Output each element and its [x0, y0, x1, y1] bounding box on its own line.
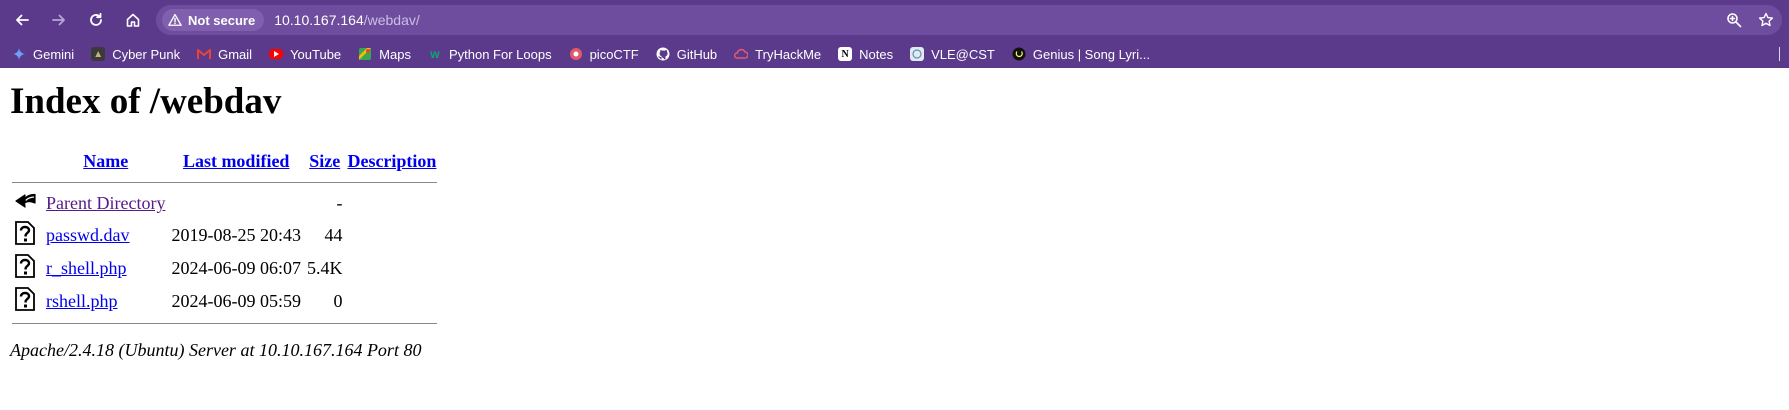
bookmark-github[interactable]: GitHub	[656, 47, 717, 62]
home-button[interactable]	[115, 2, 151, 38]
browser-chrome: Not secure 10.10.167.164/webdav/ Gemini …	[0, 0, 1789, 68]
divider	[12, 323, 438, 324]
sort-by-description-link[interactable]: Description	[347, 151, 436, 171]
vle-icon	[910, 47, 925, 61]
row-icon-cell	[12, 189, 42, 218]
warning-triangle-icon	[168, 13, 182, 26]
url-host: 10.10.167.164	[274, 12, 364, 28]
row-size: -	[336, 193, 343, 213]
notion-icon: N	[838, 47, 853, 61]
header-icon-cell	[12, 146, 42, 176]
unknown-file-icon	[15, 221, 35, 245]
table-row: rshell.php 2024-06-09 05:59 0	[12, 286, 437, 317]
forward-arrow-icon	[52, 14, 65, 26]
back-arrow-icon	[15, 193, 36, 208]
security-indicator[interactable]: Not secure	[162, 9, 265, 31]
bookmark-notes[interactable]: N Notes	[838, 47, 893, 62]
bookmark-vle-cst[interactable]: VLE@CST	[910, 47, 995, 62]
picoctf-icon	[569, 47, 583, 61]
table-row: r_shell.php 2024-06-09 06:07 5.4K	[12, 253, 437, 284]
zoom-button[interactable]	[1718, 12, 1750, 28]
bookmark-python-for-loops[interactable]: w Python For Loops	[428, 47, 551, 62]
unknown-file-icon	[15, 287, 35, 311]
page-content: Index of /webdav Name Last modified Size…	[0, 80, 1789, 361]
cyberpunk-icon: ▲	[91, 47, 106, 61]
row-modified: 2024-06-09 05:59	[171, 291, 301, 311]
gemini-icon	[12, 47, 26, 61]
divider	[12, 182, 438, 183]
gmail-icon	[197, 47, 212, 61]
row-description	[346, 286, 437, 317]
sort-by-last-modified-link[interactable]: Last modified	[183, 151, 290, 171]
github-icon	[656, 47, 670, 61]
row-name: r_shell.php	[44, 253, 167, 284]
bookmark-maps[interactable]: Maps	[358, 47, 411, 62]
header-description: Description	[346, 146, 437, 176]
file-link-rshell-php[interactable]: rshell.php	[46, 291, 118, 311]
row-modified: 2019-08-25 20:43	[171, 225, 301, 245]
sort-by-size-link[interactable]: Size	[309, 151, 340, 171]
file-link-passwd-dav[interactable]: passwd.dav	[46, 225, 130, 245]
parent-directory-link[interactable]: Parent Directory	[46, 193, 165, 213]
row-description	[346, 253, 437, 284]
reload-button[interactable]	[78, 2, 114, 38]
table-row: Parent Directory -	[12, 189, 437, 218]
zoom-icon	[1727, 13, 1742, 28]
file-link-r-shell-php[interactable]: r_shell.php	[46, 258, 127, 278]
browser-toolbar: Not secure 10.10.167.164/webdav/	[0, 0, 1789, 40]
maps-icon	[358, 47, 372, 61]
tryhackme-icon	[734, 47, 749, 61]
table-row: passwd.dav 2019-08-25 20:43 44	[12, 220, 437, 251]
url-path: /webdav/	[363, 12, 420, 28]
separator-row-top	[12, 178, 438, 187]
row-name: Parent Directory	[44, 189, 167, 218]
unknown-file-icon	[15, 254, 35, 278]
security-label: Not secure	[188, 12, 256, 28]
row-modified	[169, 189, 303, 218]
bookmark-youtube[interactable]: YouTube	[269, 47, 341, 62]
sort-by-name-link[interactable]: Name	[83, 151, 128, 171]
bookmark-cyber-punk[interactable]: ▲ Cyber Punk	[91, 47, 180, 62]
row-icon-cell	[12, 253, 42, 284]
row-size: 0	[333, 291, 343, 311]
url-text[interactable]: 10.10.167.164/webdav/	[274, 12, 420, 28]
server-signature: Apache/2.4.18 (Ubuntu) Server at 10.10.1…	[10, 340, 422, 360]
row-modified: 2024-06-09 06:07	[171, 258, 301, 278]
w3schools-icon: w	[430, 47, 440, 61]
row-description	[346, 220, 437, 251]
row-size: 5.4K	[306, 258, 343, 278]
home-icon	[126, 13, 140, 27]
back-button[interactable]	[4, 2, 40, 38]
row-icon-cell	[12, 220, 42, 251]
address-bar-actions	[1718, 12, 1782, 28]
address-bar[interactable]: Not secure 10.10.167.164/webdav/	[156, 5, 1782, 35]
bookmark-gmail[interactable]: Gmail	[197, 47, 252, 62]
genius-icon	[1012, 47, 1026, 61]
youtube-icon	[269, 49, 284, 59]
bookmarks-bar: Gemini ▲ Cyber Punk Gmail YouTube Maps wP…	[0, 40, 1789, 68]
bookmarks-divider	[1779, 47, 1780, 61]
bookmark-genius[interactable]: Genius | Song Lyri...	[1012, 47, 1150, 62]
row-size: 44	[324, 225, 343, 245]
back-arrow-icon	[16, 14, 29, 26]
bookmark-star-button[interactable]	[1750, 12, 1782, 28]
table-header-row: Name Last modified Size Description	[12, 146, 437, 176]
separator-row-bottom	[12, 319, 438, 328]
row-name: passwd.dav	[44, 220, 167, 251]
header-last-modified: Last modified	[169, 146, 303, 176]
row-description	[346, 189, 437, 218]
header-name: Name	[44, 146, 167, 176]
reload-icon	[90, 12, 102, 26]
forward-button[interactable]	[41, 2, 77, 38]
directory-listing: Name Last modified Size Description Pare…	[10, 144, 439, 330]
bookmark-tryhackme[interactable]: TryHackMe	[734, 47, 821, 62]
row-name: rshell.php	[44, 286, 167, 317]
star-icon	[1758, 12, 1774, 27]
header-size: Size	[305, 146, 345, 176]
page-title: Index of /webdav	[10, 81, 282, 122]
row-icon-cell	[12, 286, 42, 317]
bookmark-gemini[interactable]: Gemini	[12, 47, 74, 62]
bookmark-picoctf[interactable]: picoCTF	[569, 47, 639, 62]
